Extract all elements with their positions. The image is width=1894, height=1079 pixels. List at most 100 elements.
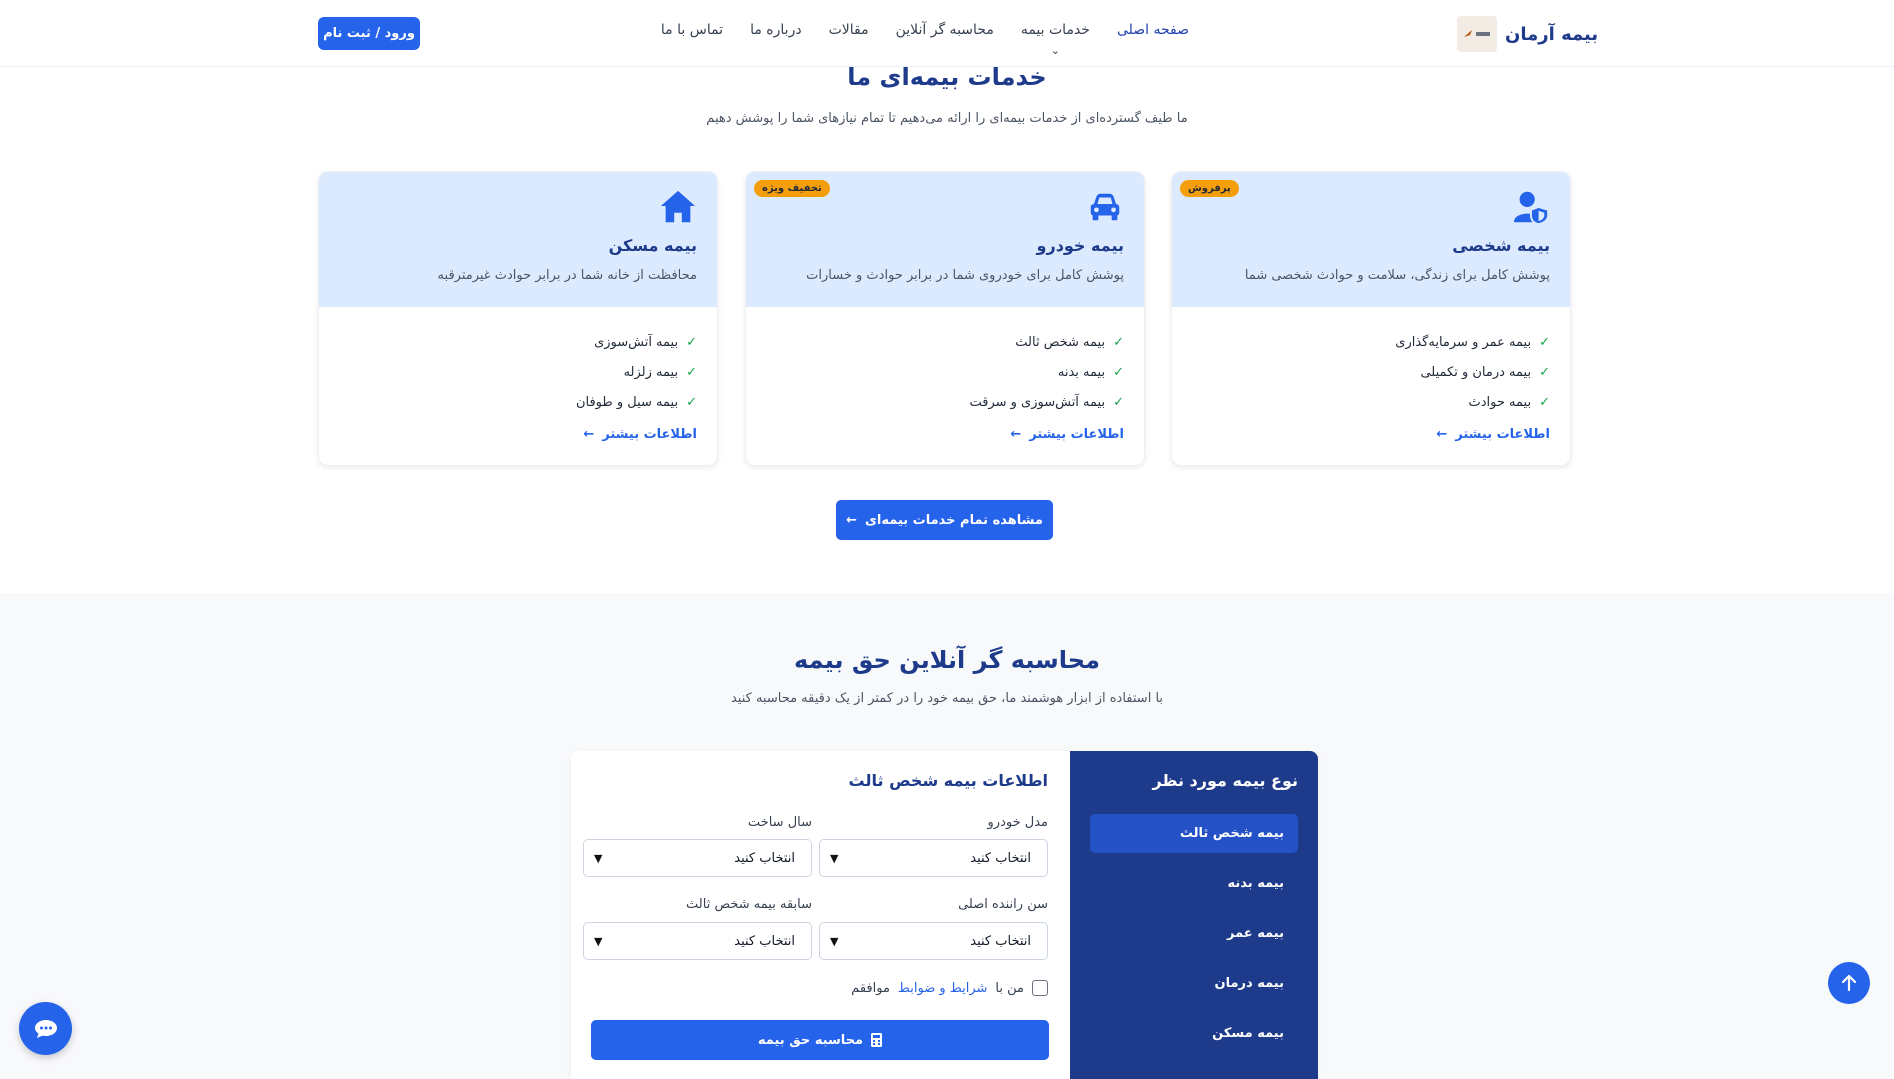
year-select[interactable]: انتخاب کنید ▼ (583, 839, 812, 877)
card-header: تخفیف ویژه بیمه خودرو پوشش کامل برای خود… (746, 172, 1144, 307)
feature-label: بیمه حوادث (1468, 394, 1532, 410)
card-features: ✓ بیمه شخص ثالث ✓ بیمه بدنه ✓ بیمه آتش‌سوزی… (969, 327, 1124, 417)
list-item: ✓ بیمه عمر و سرمایه‌گذاری (1395, 327, 1550, 357)
form-title: اطلاعات بیمه شخص ثالث (848, 771, 1048, 790)
list-item: ✓ بیمه زلزله (576, 357, 697, 387)
feature-label: بیمه آتش‌سوزی (594, 334, 679, 350)
arrow-up-icon (1842, 975, 1856, 991)
insurance-history-select[interactable]: انتخاب کنید ▼ (583, 922, 812, 960)
sidebar-item-body[interactable]: بیمه بدنه (1090, 864, 1298, 903)
chevron-down-icon: ▼ (830, 934, 839, 948)
feature-label: بیمه زلزله (623, 364, 679, 380)
logo[interactable]: بیمه آرمان (1457, 16, 1598, 52)
service-card-personal: پرفروش بیمه شخصی پوشش کامل برای زندگی، س… (1171, 171, 1571, 466)
field-label-year: سال ساخت (747, 815, 812, 830)
check-icon: ✓ (1113, 394, 1124, 410)
card-title: بیمه خودرو (1036, 236, 1124, 255)
terms-link[interactable]: شرایط و ضوابط (898, 981, 988, 996)
list-item: ✓ بیمه حوادث (1395, 387, 1550, 417)
check-icon: ✓ (686, 394, 697, 410)
sidebar-title: نوع بیمه مورد نظر (1152, 771, 1298, 790)
more-info-label: اطلاعات بیشتر (1455, 427, 1550, 442)
service-card-car: تخفیف ویژه بیمه خودرو پوشش کامل برای خود… (745, 171, 1145, 466)
scroll-to-top-button[interactable] (1828, 962, 1870, 1004)
calculate-label: محاسبه حق بیمه (757, 1032, 864, 1048)
list-item: ✓ بیمه درمان و تکمیلی (1395, 357, 1550, 387)
chevron-down-icon: ⌄ (1050, 44, 1060, 57)
card-description: پوشش کامل برای خودروی شما در برابر حوادث… (806, 268, 1124, 283)
card-header: بیمه مسکن محافظت از خانه شما در برابر حو… (319, 172, 717, 307)
feature-label: بیمه سیل و طوفان (575, 394, 679, 410)
chevron-down-icon: ▼ (594, 851, 603, 865)
nav-contact[interactable]: تماس با ما (661, 22, 723, 38)
services-title: خدمات بیمه‌ای ما (847, 63, 1047, 91)
sidebar-item-health[interactable]: بیمه درمان (1090, 964, 1298, 1003)
insurance-type-sidebar: نوع بیمه مورد نظر بیمه شخص ثالث بیمه بدن… (1070, 751, 1318, 1079)
card-features: ✓ بیمه عمر و سرمایه‌گذاری ✓ بیمه درمان و ت… (1395, 327, 1550, 417)
arrow-left-icon: ← (1010, 427, 1022, 442)
feature-label: بیمه عمر و سرمایه‌گذاری (1395, 334, 1532, 350)
card-description: محافظت از خانه شما در برابر حوادث غیرمتر… (437, 268, 697, 283)
chat-button[interactable] (19, 1002, 72, 1055)
card-title: بیمه مسکن (608, 236, 697, 255)
list-item: ✓ بیمه شخص ثالث (969, 327, 1124, 357)
badge-bestseller: پرفروش (1180, 180, 1239, 197)
view-all-label: مشاهده تمام خدمات بیمه‌ای (864, 512, 1043, 528)
calculate-premium-button[interactable]: محاسبه حق بیمه (591, 1020, 1049, 1060)
check-icon: ✓ (1113, 364, 1124, 380)
nav-services-label: خدمات بیمه (1020, 22, 1090, 38)
check-icon: ✓ (686, 334, 697, 350)
terms-checkbox[interactable] (1032, 980, 1048, 996)
calculator-icon (871, 1033, 883, 1047)
sidebar-item-life[interactable]: بیمه عمر (1090, 914, 1298, 953)
logo-image (1457, 16, 1497, 52)
more-info-link[interactable]: اطلاعات بیشتر ← (1436, 427, 1550, 442)
sidebar-item-third-party[interactable]: بیمه شخص ثالث (1090, 814, 1298, 853)
list-item: ✓ بیمه سیل و طوفان (576, 387, 697, 417)
feature-label: بیمه آتش‌سوزی و سرقت (969, 394, 1106, 410)
feature-label: بیمه بدنه (1057, 364, 1106, 380)
card-description: پوشش کامل برای زندگی، سلامت و حوادث شخصی… (1244, 268, 1550, 283)
list-item: ✓ بیمه آتش‌سوزی (576, 327, 697, 357)
field-label-driver-age: سن راننده اصلی (958, 897, 1048, 912)
more-info-link[interactable]: اطلاعات بیشتر ← (583, 427, 697, 442)
view-all-services-button[interactable]: مشاهده تمام خدمات بیمه‌ای ← (836, 500, 1053, 540)
nav-services[interactable]: خدمات بیمه ⌄ (1020, 22, 1090, 57)
field-label-car-model: مدل خودرو (987, 815, 1048, 830)
house-icon (660, 190, 696, 223)
check-icon: ✓ (1539, 364, 1550, 380)
feature-label: بیمه درمان و تکمیلی (1420, 364, 1532, 380)
logo-text: بیمه آرمان (1505, 23, 1599, 45)
card-features: ✓ بیمه آتش‌سوزی ✓ بیمه زلزله ✓ بیمه سیل و ط… (576, 327, 697, 417)
check-icon: ✓ (1539, 394, 1550, 410)
login-button[interactable]: ورود / ثبت نام (318, 17, 420, 50)
nav-calculator[interactable]: محاسبه گر آنلاین (896, 22, 994, 38)
list-item: ✓ بیمه آتش‌سوزی و سرقت (969, 387, 1124, 417)
sidebar-item-home[interactable]: بیمه مسکن (1090, 1014, 1298, 1053)
user-shield-icon (1513, 191, 1550, 226)
calculator-title: محاسبه گر آنلاین حق بیمه (794, 646, 1100, 674)
chevron-down-icon: ▼ (830, 851, 839, 865)
more-info-link[interactable]: اطلاعات بیشتر ← (1010, 427, 1124, 442)
more-info-label: اطلاعات بیشتر (1029, 427, 1124, 442)
more-info-label: اطلاعات بیشتر (602, 427, 697, 442)
nav-home[interactable]: صفحه اصلی (1117, 22, 1189, 38)
card-title: بیمه شخصی (1452, 236, 1550, 255)
select-value: انتخاب کنید (734, 850, 795, 866)
terms-agreement: من با شرایط و ضوابط موافقم (851, 980, 1048, 996)
site-header: بیمه آرمان صفحه اصلی خدمات بیمه ⌄ محاسبه … (0, 0, 1894, 67)
select-value: انتخاب کنید (734, 933, 795, 949)
service-card-home: بیمه مسکن محافظت از خانه شما در برابر حو… (318, 171, 718, 466)
list-item: ✓ بیمه بدنه (969, 357, 1124, 387)
driver-age-select[interactable]: انتخاب کنید ▼ (819, 922, 1048, 960)
car-model-select[interactable]: انتخاب کنید ▼ (819, 839, 1048, 877)
calculator-panel: نوع بیمه مورد نظر بیمه شخص ثالث بیمه بدن… (571, 751, 1318, 1079)
nav-about[interactable]: درباره ما (750, 22, 801, 38)
calculator-subtitle: با استفاده از ابزار هوشمند ما، حق بیمه خ… (730, 691, 1164, 706)
feature-label: بیمه شخص ثالث (1015, 334, 1106, 350)
nav-articles[interactable]: مقالات (829, 22, 869, 38)
arrow-left-icon: ← (1436, 427, 1448, 442)
check-icon: ✓ (1113, 334, 1124, 350)
chat-bubble-icon (34, 1019, 57, 1038)
services-subtitle: ما طیف گسترده‌ای از خدمات بیمه‌ای را ارا… (706, 111, 1188, 126)
